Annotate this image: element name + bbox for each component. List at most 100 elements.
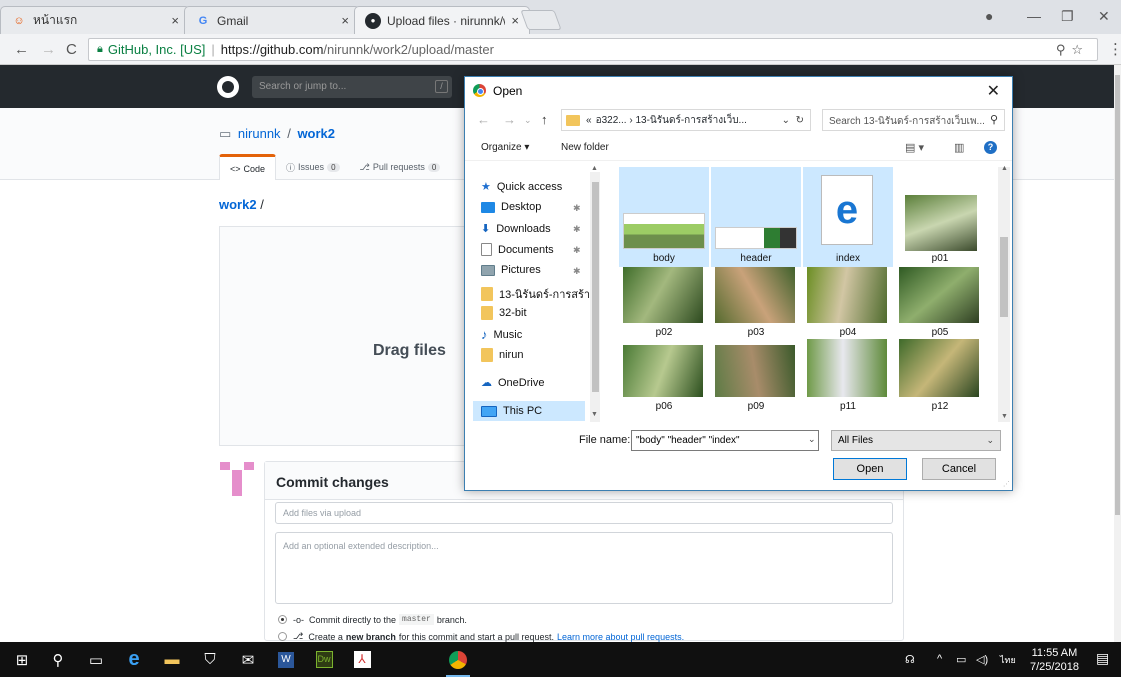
language-indicator[interactable]: ไทย [1000,653,1016,667]
forward-icon[interactable]: → [41,41,56,58]
github-search-input[interactable]: Search or jump to... / [252,76,452,98]
network-icon[interactable]: ▭ [956,653,966,666]
tab-pull-requests[interactable]: ⎇ Pull requests 0 [350,154,451,180]
back-icon[interactable]: ← [477,112,490,127]
sidebar-scrollbar[interactable] [590,172,600,422]
file-item-p01[interactable]: p01 [895,167,985,267]
commit-summary-input[interactable]: Add files via upload [275,502,893,524]
file-explorer-icon[interactable]: ▬ [154,642,190,677]
close-icon[interactable]: × [341,13,349,28]
cancel-button[interactable]: Cancel [922,458,996,480]
tab-home[interactable]: ☺ หน้าแรก × [0,6,190,34]
page-scrollbar[interactable] [1114,65,1121,642]
recent-chevron-icon[interactable]: ⌄ [524,115,532,126]
view-options-icon[interactable]: ▤ ▾ [905,141,924,154]
path-bar[interactable]: « อ322... › 13-นิรันดร์-การสร้างเว็บ... … [561,109,811,131]
repo-name-link[interactable]: work2 [297,126,335,141]
profile-icon[interactable]: ● [985,8,993,24]
tab-github-upload[interactable]: ● Upload files · nirunnk/wo × [354,6,530,34]
dialog-close-icon[interactable]: ✕ [987,81,1000,101]
resize-grip-icon[interactable]: ⋰ [1003,480,1010,488]
tab-gmail[interactable]: G Gmail × [184,6,360,34]
up-icon[interactable]: ↑ [541,112,548,127]
sidebar-item-quick-access[interactable]: ★ Quick access [481,180,562,194]
acrobat-icon[interactable]: ⅄ [344,642,380,677]
system-clock[interactable]: 11:55 AM 7/25/2018 [1030,646,1079,674]
tray-chevron-icon[interactable]: ^ [937,653,942,665]
organize-button[interactable]: Organize ▾ [481,142,529,153]
zoom-bookmark-icons[interactable]: ⚲☆ [1056,42,1089,58]
maximize-icon[interactable]: ❐ [1061,8,1074,25]
scrollbar-thumb[interactable] [1115,75,1120,515]
task-view-icon[interactable]: ▭ [78,642,114,677]
file-item-p11[interactable]: p11 [803,339,893,423]
volume-icon[interactable]: ◁) [976,653,988,666]
back-icon[interactable]: ← [14,41,29,58]
radio-direct[interactable] [278,615,287,624]
file-item-p09[interactable]: p09 [711,339,801,423]
url-field[interactable]: 🔒︎ GitHub, Inc. [US] | https://github.co… [88,38,1098,61]
radio-new-branch[interactable] [278,632,287,641]
notification-icon[interactable]: ▤ [1096,650,1109,667]
file-item-p06[interactable]: p06 [619,339,709,423]
dialog-search-input[interactable]: Search 13-นิรันดร์-การสร้างเว็บเพ... ⚲ [822,109,1005,131]
sidebar-item-project-folder[interactable]: 13-นิรันดร์-การสร้า [481,285,590,303]
new-folder-button[interactable]: New folder [561,142,609,153]
new-tab-button[interactable] [520,10,562,30]
scroll-down-icon[interactable]: ▼ [591,411,598,418]
commit-direct-option[interactable]: -o- Commit directly to the master branch… [278,614,467,625]
scroll-down-icon[interactable]: ▼ [1001,413,1008,420]
sidebar-item-downloads[interactable]: ⬇ Downloads [481,222,551,236]
pin-icon[interactable]: ✱ [573,266,581,277]
close-icon[interactable]: × [511,13,519,28]
chrome-icon[interactable] [440,642,476,677]
file-type-select[interactable]: All Files ⌄ [831,430,1001,451]
chevron-down-icon[interactable]: ⌄ [808,434,816,445]
sidebar-item-documents[interactable]: Documents [481,243,554,256]
scroll-up-icon[interactable]: ▲ [1001,165,1008,172]
preview-pane-icon[interactable]: ▥ [954,141,964,154]
forward-icon[interactable]: → [503,112,516,127]
store-icon[interactable]: ⛉ [192,642,228,677]
close-icon[interactable]: × [171,13,179,28]
file-grid-scrollbar[interactable] [998,167,1010,422]
file-item-p12[interactable]: p12 [895,339,985,423]
file-item-index[interactable]: e index [803,167,893,267]
sidebar-item-32bit[interactable]: 32-bit [481,306,527,320]
commit-new-branch-option[interactable]: ⎇ Create a new branch for this commit an… [278,631,684,642]
repo-owner-link[interactable]: nirunnk [238,126,281,141]
sidebar-item-nirun[interactable]: nirun [481,348,523,362]
file-item-header[interactable]: header [711,167,801,267]
search-icon[interactable]: ⚲ [40,642,76,677]
sidebar-item-music[interactable]: ♪ Music [481,327,522,342]
tab-issues[interactable]: ⓘ Issues 0 [276,154,349,180]
sidebar-item-onedrive[interactable]: ☁ OneDrive [481,376,544,390]
sidebar-item-pictures[interactable]: Pictures [481,264,541,276]
dreamweaver-icon[interactable]: Dw [306,642,342,677]
mail-icon[interactable]: ✉ [230,642,266,677]
sidebar-item-desktop[interactable]: Desktop [481,201,541,213]
file-item-body[interactable]: body [619,167,709,267]
help-icon[interactable]: ? [984,141,997,154]
scrollbar-thumb[interactable] [592,182,599,392]
sidebar-item-this-pc[interactable]: This PC [473,401,585,421]
path-dropdown-refresh-icons[interactable]: ⌄ ↻ [782,115,804,126]
window-close-icon[interactable]: ✕ [1098,8,1110,25]
people-icon[interactable]: ☊ [905,653,915,666]
edge-icon[interactable]: e [116,642,152,677]
pin-icon[interactable]: ✱ [573,245,581,256]
scrollbar-thumb[interactable] [1000,237,1008,317]
browser-menu-icon[interactable]: ⋮ [1108,40,1121,58]
file-name-input[interactable]: "body" "header" "index" [631,430,819,451]
breadcrumb-repo-link[interactable]: work2 [219,197,257,212]
open-button[interactable]: Open [833,458,907,480]
learn-more-link[interactable]: Learn more about pull requests. [557,632,684,642]
pin-icon[interactable]: ✱ [573,203,581,214]
commit-description-input[interactable]: Add an optional extended description... [275,532,893,604]
minimize-icon[interactable]: — [1027,8,1041,24]
pin-icon[interactable]: ✱ [573,224,581,235]
word-icon[interactable]: W [268,642,304,677]
reload-icon[interactable]: C [66,41,77,58]
scroll-up-icon[interactable]: ▲ [591,165,598,172]
tab-code[interactable]: <> Code [219,154,277,180]
